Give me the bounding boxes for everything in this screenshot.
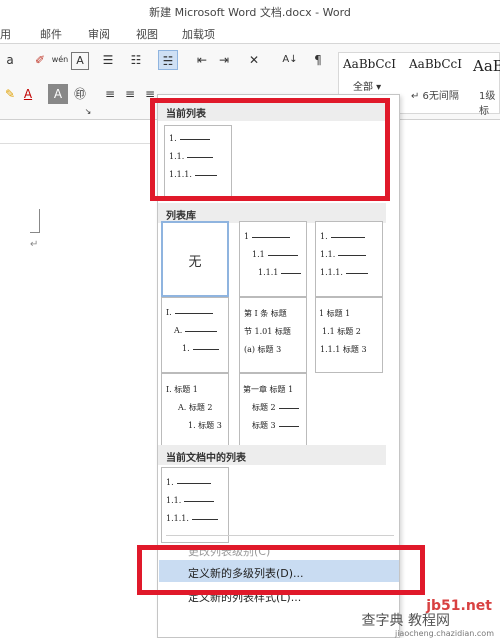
tab-view[interactable]: 视图	[136, 26, 158, 42]
style-nospacing-name: ↵ 6无间隔	[411, 91, 459, 102]
font-color-icon[interactable]: A	[18, 84, 38, 104]
page-edge	[0, 143, 150, 144]
style-heading1-preview[interactable]: AaB	[473, 57, 500, 75]
style-heading1-name: 1级标	[479, 91, 496, 117]
char-border-icon[interactable]: A	[71, 52, 89, 70]
doc-lists-header: 当前文档中的列表	[158, 445, 386, 465]
clear-format-icon[interactable]: ✐	[30, 50, 50, 70]
list-none-cell[interactable]: 无	[161, 221, 229, 297]
library-cell-4[interactable]: 第 I 条 标题 节 1.01 标题 (a) 标题 3	[239, 297, 307, 373]
watermark-brand: 查字典 教程网	[361, 613, 450, 629]
highlight-icon[interactable]: ✎	[0, 84, 20, 104]
none-label: 无	[188, 255, 202, 270]
article-heading: 第 I 条 标题	[244, 309, 287, 318]
numbering-icon[interactable]: ☷	[126, 50, 146, 70]
all-filter-dropdown[interactable]: 全部 ▾	[353, 78, 381, 93]
library-cell-6[interactable]: I. 标题 1 A. 标题 2 1. 标题 3	[161, 373, 229, 449]
watermark-url: jiaocheng.chazidian.com	[394, 629, 494, 638]
library-cell-3[interactable]: I. A. 1.	[161, 297, 229, 373]
style-nospacing-preview[interactable]: AaBbCcI	[409, 57, 483, 71]
dialog-launcher-icon[interactable]: ↘	[78, 102, 98, 122]
phonetic-guide-icon[interactable]: wén	[50, 50, 70, 70]
title-bar: 新建 Microsoft Word 文档.docx - Word	[0, 0, 500, 22]
font-size-partial[interactable]: a	[0, 50, 20, 70]
current-list-red-box	[150, 98, 390, 201]
enclose-char-icon[interactable]: ㊞	[70, 84, 90, 104]
tab-use[interactable]: 用	[0, 26, 11, 42]
chinese-layout-icon[interactable]: ✕	[244, 50, 264, 70]
decrease-indent-icon[interactable]: ⇤	[192, 50, 212, 70]
doc-list-cell[interactable]: 1. 1.1. 1.1.1.	[161, 467, 229, 543]
align-center-icon[interactable]: ≡	[120, 84, 140, 104]
show-marks-icon[interactable]: ¶	[308, 50, 328, 70]
margin-corner	[30, 209, 40, 233]
section-heading: 节 1.01 标题	[244, 327, 291, 336]
char-shading-icon[interactable]: A	[48, 84, 68, 104]
watermark: jb51.net 查字典 教程网 jiaocheng.chazidian.com	[350, 588, 500, 638]
window-title: 新建 Microsoft Word 文档.docx - Word	[149, 6, 351, 19]
sort-icon[interactable]: A↓	[280, 50, 300, 70]
paragraph-mark: ↵	[30, 239, 39, 250]
tab-addins[interactable]: 加载项	[182, 26, 215, 42]
menu-divider	[166, 535, 394, 536]
library-cell-1[interactable]: 1 1.1 1.1.1	[239, 221, 307, 297]
align-left-icon[interactable]: ≡	[100, 84, 120, 104]
tab-review[interactable]: 审阅	[88, 26, 110, 42]
ribbon-tabs: 用 邮件 审阅 视图 加载项	[0, 22, 500, 44]
library-cell-2[interactable]: 1. 1.1. 1.1.1.	[315, 221, 383, 297]
list-library-header: 列表库	[158, 203, 386, 223]
bullets-icon[interactable]: ☰	[98, 50, 118, 70]
tab-mailings[interactable]: 邮件	[40, 26, 62, 42]
multilevel-list-icon[interactable]: ☵	[158, 50, 178, 70]
increase-indent-icon[interactable]: ⇥	[214, 50, 234, 70]
library-cell-5[interactable]: 1 标题 1 1.1 标题 2 1.1.1 标题 3	[315, 297, 383, 373]
style-normal-preview[interactable]: AaBbCcI	[343, 57, 417, 71]
sub-heading: (a) 标题 3	[244, 345, 282, 354]
library-cell-7[interactable]: 第一章 标题 1 标题 2 标题 3	[239, 373, 307, 449]
